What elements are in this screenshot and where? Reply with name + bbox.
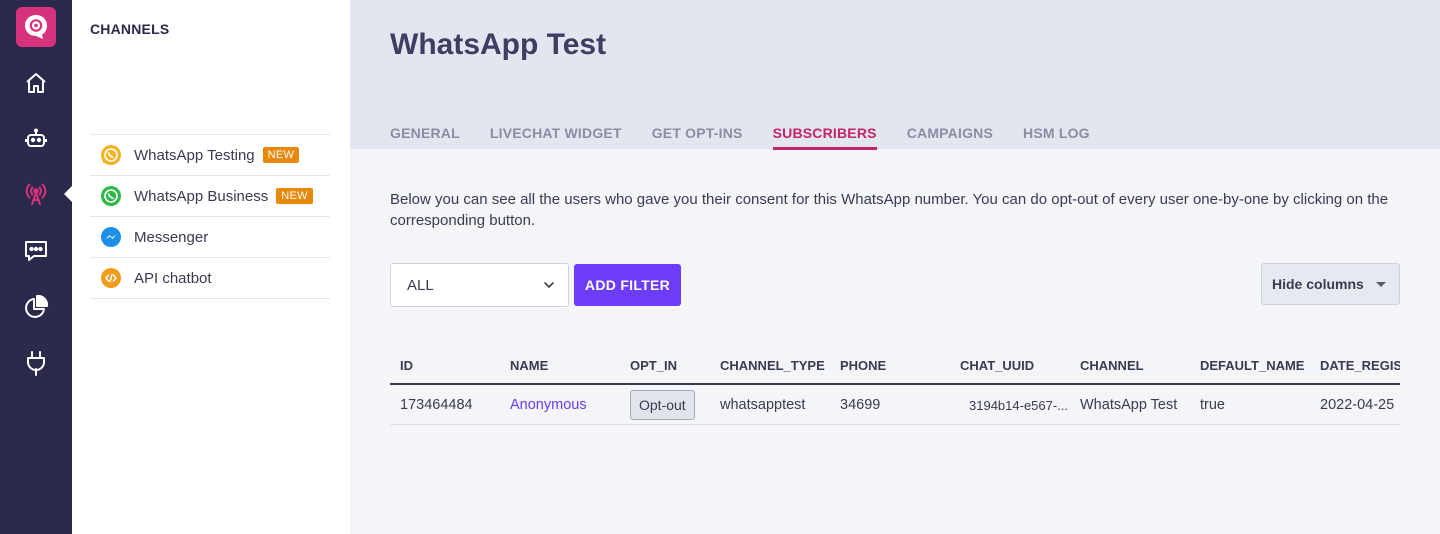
column-header[interactable]: CHANNEL: [1080, 345, 1144, 385]
messenger-icon: [100, 226, 122, 248]
channel-list: WhatsApp Testing NEW WhatsApp Business N…: [90, 134, 330, 299]
cell-date-registered: 2022-04-25: [1320, 397, 1395, 413]
column-header[interactable]: DATE_REGISTERED: [1320, 345, 1400, 385]
tab-hsm-log[interactable]: HSM LOG: [1023, 125, 1090, 150]
tab-campaigns[interactable]: CAMPAIGNS: [907, 125, 993, 150]
description-text: Below you can see all the users who gave…: [390, 191, 1389, 229]
cell-channel: WhatsApp Test: [1080, 397, 1178, 413]
page-header: WhatsApp Test GENERAL LIVECHAT WIDGET GE…: [350, 0, 1440, 150]
tab-subscribers[interactable]: SUBSCRIBERS: [772, 125, 877, 150]
tab-get-opt-ins[interactable]: GET OPT-INS: [652, 125, 743, 150]
chat-icon[interactable]: [20, 235, 52, 267]
hide-columns-label: Hide columns: [1272, 276, 1364, 292]
home-icon[interactable]: [20, 67, 52, 99]
page-title: WhatsApp Test: [390, 28, 607, 61]
opt-out-button[interactable]: Opt-out: [630, 390, 695, 420]
plug-icon[interactable]: [20, 347, 52, 379]
cell-default-name: true: [1200, 397, 1225, 413]
hide-columns-button[interactable]: Hide columns: [1261, 263, 1400, 305]
channel-item-api-chatbot[interactable]: API chatbot: [90, 258, 330, 299]
new-badge: NEW: [276, 188, 313, 204]
channel-item-whatsapp-testing[interactable]: WhatsApp Testing NEW: [90, 135, 330, 176]
cell-opt-in: Opt-out: [630, 385, 695, 425]
channel-label: WhatsApp Business: [134, 187, 269, 205]
channels-panel: CHANNELS WhatsApp Testing NEW WhatsApp B…: [72, 0, 350, 534]
cell-id: 173464484: [400, 397, 473, 413]
subscribers-content: Below you can see all the users who gave…: [350, 149, 1440, 534]
add-filter-button[interactable]: ADD FILTER: [574, 264, 681, 306]
tab-bar: GENERAL LIVECHAT WIDGET GET OPT-INS SUBS…: [390, 125, 1120, 150]
subscribers-table: ID NAME OPT_IN CHANNEL_TYPE PHONE CHAT_U…: [390, 345, 1400, 425]
column-header[interactable]: CHANNEL_TYPE: [720, 345, 825, 385]
filter-select-value: ALL: [407, 276, 434, 294]
column-header[interactable]: NAME: [510, 345, 548, 385]
column-header[interactable]: OPT_IN: [630, 345, 677, 385]
channel-label: Messenger: [134, 228, 209, 246]
cell-name-link[interactable]: Anonymous: [510, 385, 587, 425]
caret-down-icon: [1376, 282, 1386, 287]
active-indicator: [64, 186, 72, 202]
filter-select[interactable]: ALL: [390, 263, 569, 307]
cell-phone: 34699: [840, 397, 881, 413]
cell-chat-uuid: 3194b14-e567-...: [969, 397, 1069, 413]
channel-label: WhatsApp Testing: [134, 146, 255, 164]
chevron-down-icon: [542, 278, 556, 296]
channel-item-whatsapp-business[interactable]: WhatsApp Business NEW: [90, 176, 330, 217]
table-row: 173464484 Anonymous Opt-out whatsapptest…: [390, 385, 1400, 425]
bot-icon[interactable]: [20, 123, 52, 155]
table-header-row: ID NAME OPT_IN CHANNEL_TYPE PHONE CHAT_U…: [390, 345, 1400, 385]
api-chatbot-icon: [100, 267, 122, 289]
new-badge: NEW: [262, 147, 300, 163]
broadcast-icon[interactable]: [20, 178, 52, 210]
channel-item-messenger[interactable]: Messenger: [90, 217, 330, 258]
column-header[interactable]: PHONE: [840, 345, 886, 385]
whatsapp-icon: [100, 185, 122, 207]
pie-chart-icon[interactable]: [20, 291, 52, 323]
chat-bubble-logo-icon[interactable]: [16, 7, 56, 47]
channels-heading: CHANNELS: [90, 21, 170, 37]
column-header[interactable]: DEFAULT_NAME: [1200, 345, 1304, 385]
column-header[interactable]: CHAT_UUID: [960, 345, 1034, 385]
whatsapp-testing-icon: [100, 144, 122, 166]
tab-general[interactable]: GENERAL: [390, 125, 460, 150]
channel-label: API chatbot: [134, 269, 212, 287]
app-rail: [0, 0, 72, 534]
tab-livechat-widget[interactable]: LIVECHAT WIDGET: [490, 125, 622, 150]
cell-channel-type: whatsapptest: [720, 397, 806, 413]
column-header[interactable]: ID: [400, 345, 413, 385]
